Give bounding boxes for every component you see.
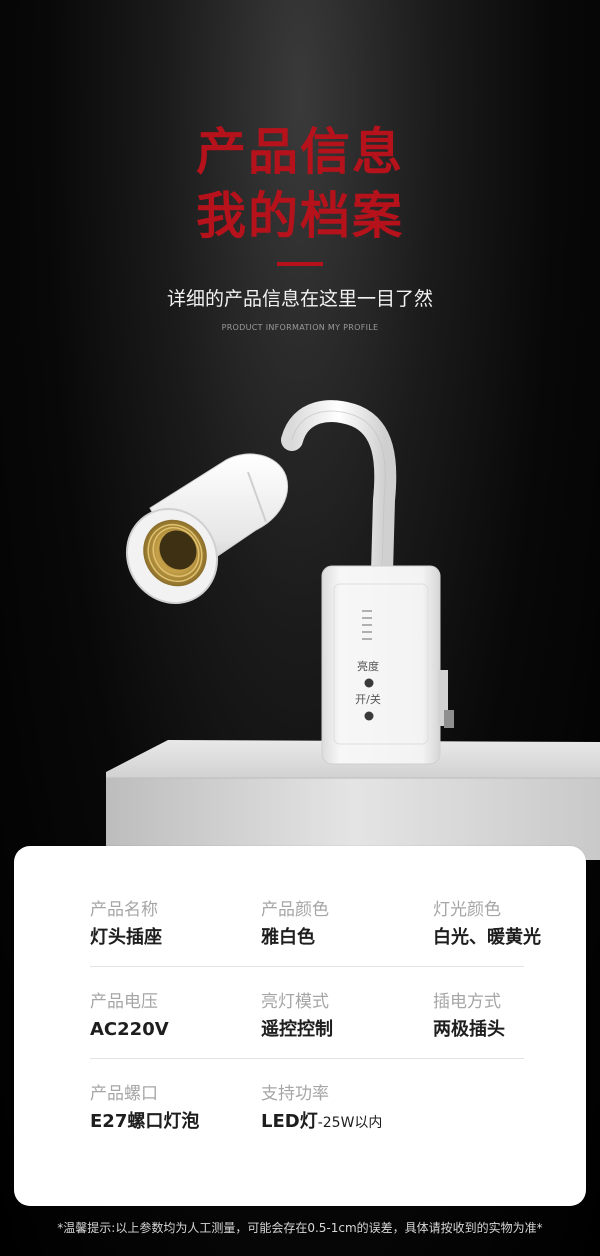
spec-value: 两极插头	[433, 1019, 505, 1040]
spec-item: 灯光颜色 白光、暖黄光	[433, 898, 541, 952]
spec-value: LED灯-25W以内	[261, 1108, 382, 1137]
spec-value-main: LED灯	[261, 1111, 318, 1132]
spec-label: 产品电压	[90, 992, 158, 1012]
spec-value: 雅白色	[261, 927, 315, 948]
english-caption: PRODUCT INFORMATION MY PROFILE	[221, 323, 379, 332]
spec-card: 产品名称 灯头插座 产品颜色 雅白色 灯光颜色 白光、暖黄光 产品电压 AC22…	[14, 846, 586, 1206]
spec-row: 产品名称 灯头插座 产品颜色 雅白色 灯光颜色 白光、暖黄光	[90, 886, 541, 978]
spec-row: 产品电压 AC220V 亮灯模式 遥控控制 插电方式 两极插头	[90, 978, 524, 1070]
spec-label: 产品名称	[90, 900, 158, 920]
spec-item: 产品名称 灯头插座	[90, 898, 162, 952]
spec-value: 灯头插座	[90, 927, 162, 948]
page-background: 产品信息 我的档案 详细的产品信息在这里一目了然 PRODUCT INFORMA…	[0, 0, 600, 1256]
plug-body: 亮度 开/关	[321, 565, 454, 765]
spec-value: AC220V	[90, 1019, 169, 1040]
spec-label: 灯光颜色	[433, 900, 501, 920]
spec-item: 产品螺口 E27螺口灯泡	[90, 1082, 199, 1136]
page-title-line-1: 产品信息	[196, 123, 404, 181]
spec-item: 产品电压 AC220V	[90, 990, 169, 1044]
disclaimer-note: *温馨提示:以上参数均为人工测量，可能会存在0.5-1cm的误差，具体请按收到的…	[57, 1221, 543, 1235]
spec-item: 插电方式 两极插头	[433, 990, 505, 1044]
spec-item: 产品颜色 雅白色	[261, 898, 329, 952]
spec-label: 支持功率	[261, 1084, 329, 1104]
spec-item: 亮灯模式 遥控控制	[261, 990, 333, 1044]
brightness-label: 亮度	[357, 659, 379, 673]
lamp-holder	[125, 453, 288, 605]
spec-label: 亮灯模式	[261, 992, 329, 1012]
spec-value: 白光、暖黄光	[433, 927, 541, 948]
spec-value-suffix: -25W以内	[317, 1115, 383, 1131]
spec-item: 支持功率 LED灯-25W以内	[261, 1082, 382, 1137]
spec-label: 产品颜色	[261, 900, 329, 920]
page-subtitle: 详细的产品信息在这里一目了然	[166, 288, 433, 310]
page-title-line-2: 我的档案	[196, 187, 404, 245]
spec-row: 产品螺口 E27螺口灯泡 支持功率 LED灯-25W以内	[90, 1070, 524, 1162]
title-divider	[277, 262, 323, 266]
brightness-button	[364, 678, 374, 688]
product-image: 亮度 开/关	[106, 400, 600, 860]
power-button	[364, 711, 374, 721]
spec-label: 产品螺口	[90, 1084, 158, 1104]
spec-value: E27螺口灯泡	[90, 1111, 200, 1132]
power-label: 开/关	[355, 692, 381, 706]
gooseneck	[281, 400, 397, 583]
spec-value: 遥控控制	[261, 1019, 333, 1040]
spec-label: 插电方式	[433, 992, 501, 1012]
